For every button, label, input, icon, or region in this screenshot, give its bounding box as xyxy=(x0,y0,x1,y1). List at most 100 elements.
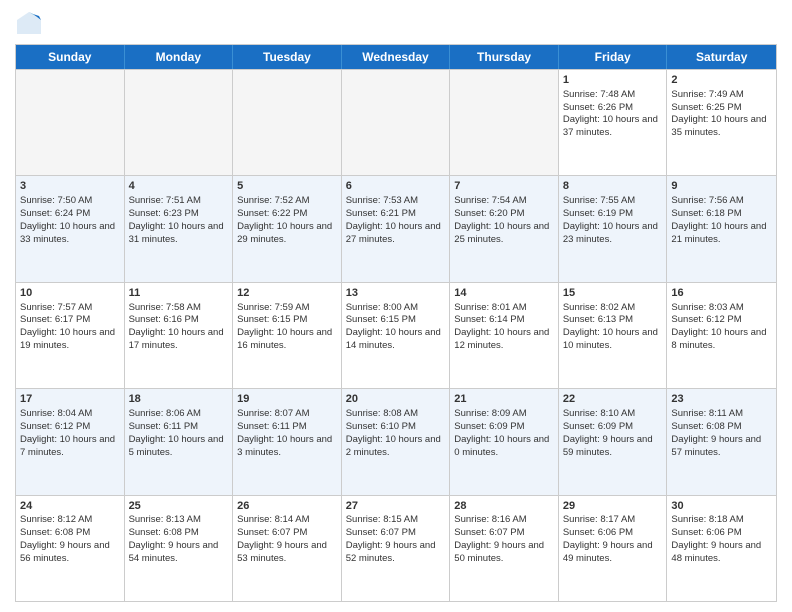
day-number: 20 xyxy=(346,392,446,407)
calendar-cell xyxy=(16,70,125,175)
calendar-cell: 20Sunrise: 8:08 AM Sunset: 6:10 PM Dayli… xyxy=(342,389,451,494)
day-info: Sunrise: 7:56 AM Sunset: 6:18 PM Dayligh… xyxy=(671,195,766,244)
calendar-cell xyxy=(342,70,451,175)
calendar-cell: 15Sunrise: 8:02 AM Sunset: 6:13 PM Dayli… xyxy=(559,283,668,388)
day-info: Sunrise: 8:06 AM Sunset: 6:11 PM Dayligh… xyxy=(129,408,224,457)
day-number: 7 xyxy=(454,179,554,194)
calendar-cell: 17Sunrise: 8:04 AM Sunset: 6:12 PM Dayli… xyxy=(16,389,125,494)
day-header-tuesday: Tuesday xyxy=(233,45,342,69)
logo-icon xyxy=(15,10,43,38)
day-number: 2 xyxy=(671,73,772,88)
day-number: 8 xyxy=(563,179,663,194)
day-number: 9 xyxy=(671,179,772,194)
calendar-cell: 21Sunrise: 8:09 AM Sunset: 6:09 PM Dayli… xyxy=(450,389,559,494)
day-info: Sunrise: 8:07 AM Sunset: 6:11 PM Dayligh… xyxy=(237,408,332,457)
day-header-monday: Monday xyxy=(125,45,234,69)
day-info: Sunrise: 7:55 AM Sunset: 6:19 PM Dayligh… xyxy=(563,195,658,244)
day-info: Sunrise: 8:16 AM Sunset: 6:07 PM Dayligh… xyxy=(454,514,544,563)
calendar-cell: 28Sunrise: 8:16 AM Sunset: 6:07 PM Dayli… xyxy=(450,496,559,601)
calendar-week-2: 3Sunrise: 7:50 AM Sunset: 6:24 PM Daylig… xyxy=(16,175,776,281)
calendar-header: SundayMondayTuesdayWednesdayThursdayFrid… xyxy=(16,45,776,69)
day-info: Sunrise: 7:48 AM Sunset: 6:26 PM Dayligh… xyxy=(563,89,658,138)
day-number: 6 xyxy=(346,179,446,194)
calendar-cell: 4Sunrise: 7:51 AM Sunset: 6:23 PM Daylig… xyxy=(125,176,234,281)
page: SundayMondayTuesdayWednesdayThursdayFrid… xyxy=(0,0,792,612)
day-info: Sunrise: 8:13 AM Sunset: 6:08 PM Dayligh… xyxy=(129,514,219,563)
calendar-cell xyxy=(125,70,234,175)
day-number: 25 xyxy=(129,499,229,514)
day-header-wednesday: Wednesday xyxy=(342,45,451,69)
day-info: Sunrise: 8:17 AM Sunset: 6:06 PM Dayligh… xyxy=(563,514,653,563)
calendar-cell xyxy=(233,70,342,175)
day-info: Sunrise: 7:51 AM Sunset: 6:23 PM Dayligh… xyxy=(129,195,224,244)
day-info: Sunrise: 7:58 AM Sunset: 6:16 PM Dayligh… xyxy=(129,302,224,351)
calendar-cell: 2Sunrise: 7:49 AM Sunset: 6:25 PM Daylig… xyxy=(667,70,776,175)
day-number: 28 xyxy=(454,499,554,514)
day-info: Sunrise: 8:10 AM Sunset: 6:09 PM Dayligh… xyxy=(563,408,653,457)
calendar-cell: 24Sunrise: 8:12 AM Sunset: 6:08 PM Dayli… xyxy=(16,496,125,601)
day-number: 12 xyxy=(237,286,337,301)
day-info: Sunrise: 8:18 AM Sunset: 6:06 PM Dayligh… xyxy=(671,514,761,563)
calendar-cell: 14Sunrise: 8:01 AM Sunset: 6:14 PM Dayli… xyxy=(450,283,559,388)
calendar-week-1: 1Sunrise: 7:48 AM Sunset: 6:26 PM Daylig… xyxy=(16,69,776,175)
day-number: 21 xyxy=(454,392,554,407)
day-info: Sunrise: 8:14 AM Sunset: 6:07 PM Dayligh… xyxy=(237,514,327,563)
calendar-week-5: 24Sunrise: 8:12 AM Sunset: 6:08 PM Dayli… xyxy=(16,495,776,601)
day-header-thursday: Thursday xyxy=(450,45,559,69)
calendar-cell: 8Sunrise: 7:55 AM Sunset: 6:19 PM Daylig… xyxy=(559,176,668,281)
calendar-cell xyxy=(450,70,559,175)
logo xyxy=(15,10,47,38)
day-number: 30 xyxy=(671,499,772,514)
calendar-cell: 16Sunrise: 8:03 AM Sunset: 6:12 PM Dayli… xyxy=(667,283,776,388)
calendar-cell: 19Sunrise: 8:07 AM Sunset: 6:11 PM Dayli… xyxy=(233,389,342,494)
day-info: Sunrise: 8:11 AM Sunset: 6:08 PM Dayligh… xyxy=(671,408,761,457)
calendar-cell: 13Sunrise: 8:00 AM Sunset: 6:15 PM Dayli… xyxy=(342,283,451,388)
calendar-cell: 6Sunrise: 7:53 AM Sunset: 6:21 PM Daylig… xyxy=(342,176,451,281)
day-number: 4 xyxy=(129,179,229,194)
day-number: 26 xyxy=(237,499,337,514)
day-number: 5 xyxy=(237,179,337,194)
calendar-week-3: 10Sunrise: 7:57 AM Sunset: 6:17 PM Dayli… xyxy=(16,282,776,388)
day-info: Sunrise: 8:00 AM Sunset: 6:15 PM Dayligh… xyxy=(346,302,441,351)
day-number: 3 xyxy=(20,179,120,194)
calendar-cell: 23Sunrise: 8:11 AM Sunset: 6:08 PM Dayli… xyxy=(667,389,776,494)
calendar-cell: 30Sunrise: 8:18 AM Sunset: 6:06 PM Dayli… xyxy=(667,496,776,601)
day-info: Sunrise: 8:15 AM Sunset: 6:07 PM Dayligh… xyxy=(346,514,436,563)
day-number: 1 xyxy=(563,73,663,88)
calendar-cell: 3Sunrise: 7:50 AM Sunset: 6:24 PM Daylig… xyxy=(16,176,125,281)
calendar-cell: 22Sunrise: 8:10 AM Sunset: 6:09 PM Dayli… xyxy=(559,389,668,494)
calendar-cell: 12Sunrise: 7:59 AM Sunset: 6:15 PM Dayli… xyxy=(233,283,342,388)
day-number: 16 xyxy=(671,286,772,301)
day-info: Sunrise: 7:57 AM Sunset: 6:17 PM Dayligh… xyxy=(20,302,115,351)
calendar-cell: 10Sunrise: 7:57 AM Sunset: 6:17 PM Dayli… xyxy=(16,283,125,388)
day-info: Sunrise: 7:59 AM Sunset: 6:15 PM Dayligh… xyxy=(237,302,332,351)
day-info: Sunrise: 8:02 AM Sunset: 6:13 PM Dayligh… xyxy=(563,302,658,351)
calendar-cell: 11Sunrise: 7:58 AM Sunset: 6:16 PM Dayli… xyxy=(125,283,234,388)
day-number: 27 xyxy=(346,499,446,514)
calendar-cell: 25Sunrise: 8:13 AM Sunset: 6:08 PM Dayli… xyxy=(125,496,234,601)
day-info: Sunrise: 7:49 AM Sunset: 6:25 PM Dayligh… xyxy=(671,89,766,138)
day-number: 13 xyxy=(346,286,446,301)
header xyxy=(15,10,777,38)
day-number: 22 xyxy=(563,392,663,407)
day-info: Sunrise: 8:08 AM Sunset: 6:10 PM Dayligh… xyxy=(346,408,441,457)
day-number: 14 xyxy=(454,286,554,301)
day-info: Sunrise: 8:01 AM Sunset: 6:14 PM Dayligh… xyxy=(454,302,549,351)
calendar-cell: 9Sunrise: 7:56 AM Sunset: 6:18 PM Daylig… xyxy=(667,176,776,281)
day-number: 29 xyxy=(563,499,663,514)
calendar-cell: 26Sunrise: 8:14 AM Sunset: 6:07 PM Dayli… xyxy=(233,496,342,601)
day-number: 23 xyxy=(671,392,772,407)
day-header-saturday: Saturday xyxy=(667,45,776,69)
day-header-sunday: Sunday xyxy=(16,45,125,69)
day-number: 15 xyxy=(563,286,663,301)
calendar-cell: 29Sunrise: 8:17 AM Sunset: 6:06 PM Dayli… xyxy=(559,496,668,601)
day-info: Sunrise: 7:50 AM Sunset: 6:24 PM Dayligh… xyxy=(20,195,115,244)
calendar-week-4: 17Sunrise: 8:04 AM Sunset: 6:12 PM Dayli… xyxy=(16,388,776,494)
day-number: 10 xyxy=(20,286,120,301)
day-header-friday: Friday xyxy=(559,45,668,69)
day-info: Sunrise: 8:04 AM Sunset: 6:12 PM Dayligh… xyxy=(20,408,115,457)
day-number: 24 xyxy=(20,499,120,514)
calendar-cell: 27Sunrise: 8:15 AM Sunset: 6:07 PM Dayli… xyxy=(342,496,451,601)
calendar-cell: 18Sunrise: 8:06 AM Sunset: 6:11 PM Dayli… xyxy=(125,389,234,494)
day-number: 19 xyxy=(237,392,337,407)
